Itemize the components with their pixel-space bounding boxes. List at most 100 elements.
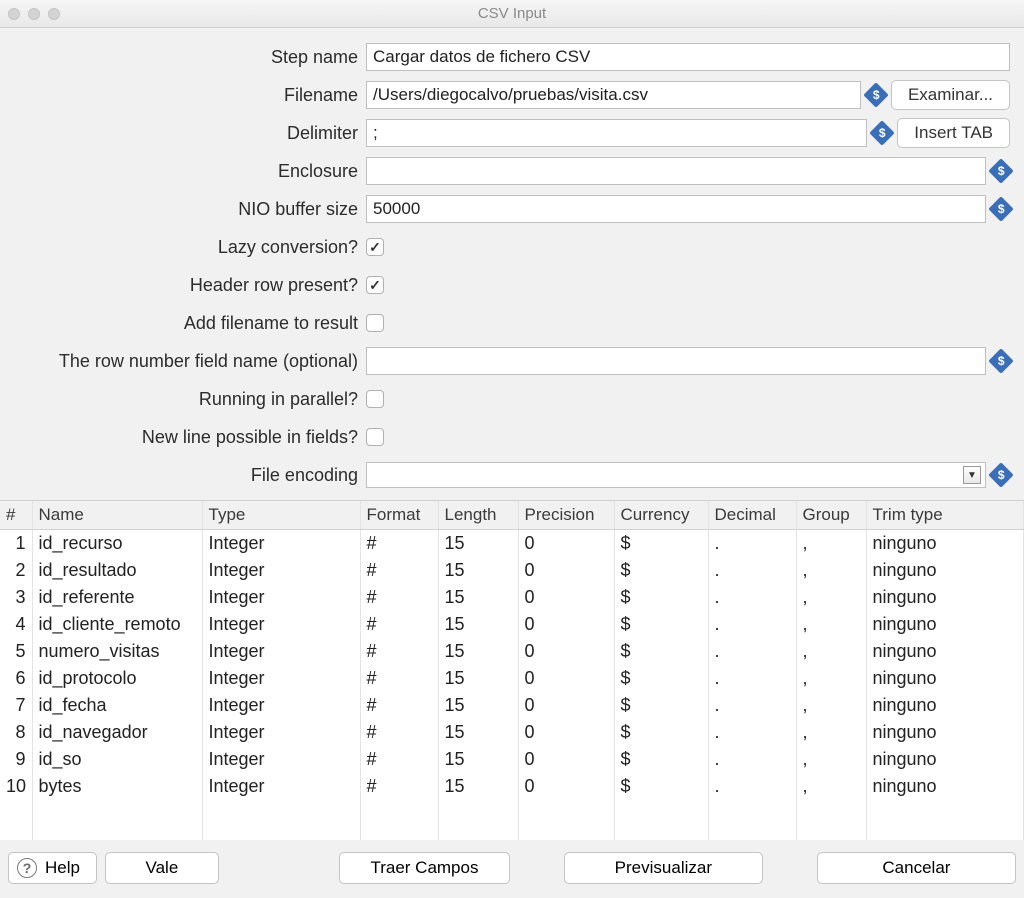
cell-precision[interactable]: 0 <box>518 638 614 665</box>
add-filename-checkbox[interactable] <box>366 314 384 332</box>
cell-num[interactable]: 3 <box>0 584 32 611</box>
cell-type[interactable]: Integer <box>202 719 360 746</box>
variable-icon[interactable]: $ <box>863 82 888 107</box>
cell-precision[interactable]: 0 <box>518 692 614 719</box>
cell-type[interactable]: Integer <box>202 665 360 692</box>
cell-length[interactable]: 15 <box>438 557 518 584</box>
close-window-icon[interactable] <box>8 8 20 20</box>
cell-length[interactable]: 15 <box>438 746 518 773</box>
fields-table[interactable]: # Name Type Format Length Precision Curr… <box>0 501 1024 840</box>
cell-num[interactable]: 4 <box>0 611 32 638</box>
col-header-precision[interactable]: Precision <box>518 501 614 529</box>
cell-trim[interactable]: ninguno <box>866 746 1024 773</box>
col-header-num[interactable]: # <box>0 501 32 529</box>
cell-type[interactable]: Integer <box>202 611 360 638</box>
cell-format[interactable]: # <box>360 584 438 611</box>
table-row[interactable]: 7id_fechaInteger#150$.,ninguno <box>0 692 1024 719</box>
cell-currency[interactable]: $ <box>614 529 708 557</box>
ok-button[interactable]: Vale <box>105 852 219 884</box>
cell-currency[interactable]: $ <box>614 692 708 719</box>
col-header-group[interactable]: Group <box>796 501 866 529</box>
filename-input[interactable] <box>366 81 861 109</box>
encoding-combo[interactable]: ▼ <box>366 462 986 488</box>
col-header-length[interactable]: Length <box>438 501 518 529</box>
cell-trim[interactable]: ninguno <box>866 692 1024 719</box>
cell-currency[interactable]: $ <box>614 638 708 665</box>
cell-decimal[interactable]: . <box>708 746 796 773</box>
cell-format[interactable]: # <box>360 692 438 719</box>
cell-format[interactable]: # <box>360 665 438 692</box>
col-header-decimal[interactable]: Decimal <box>708 501 796 529</box>
cell-format[interactable]: # <box>360 638 438 665</box>
zoom-window-icon[interactable] <box>48 8 60 20</box>
minimize-window-icon[interactable] <box>28 8 40 20</box>
cell-currency[interactable]: $ <box>614 773 708 800</box>
cell-group[interactable]: , <box>796 692 866 719</box>
cell-group[interactable]: , <box>796 611 866 638</box>
cell-decimal[interactable]: . <box>708 638 796 665</box>
cell-num[interactable]: 2 <box>0 557 32 584</box>
cell-name[interactable]: id_recurso <box>32 529 202 557</box>
cell-group[interactable]: , <box>796 557 866 584</box>
newline-checkbox[interactable] <box>366 428 384 446</box>
enclosure-input[interactable] <box>366 157 986 185</box>
row-number-input[interactable] <box>366 347 986 375</box>
cell-num[interactable]: 1 <box>0 529 32 557</box>
cell-trim[interactable]: ninguno <box>866 611 1024 638</box>
help-button[interactable]: ? Help <box>8 852 97 884</box>
cell-name[interactable]: id_referente <box>32 584 202 611</box>
cell-decimal[interactable]: . <box>708 529 796 557</box>
col-header-name[interactable]: Name <box>32 501 202 529</box>
cell-precision[interactable]: 0 <box>518 746 614 773</box>
cell-trim[interactable]: ninguno <box>866 638 1024 665</box>
browse-button[interactable]: Examinar... <box>891 80 1010 110</box>
cell-name[interactable]: id_fecha <box>32 692 202 719</box>
cell-format[interactable]: # <box>360 529 438 557</box>
delimiter-input[interactable] <box>366 119 867 147</box>
lazy-checkbox[interactable] <box>366 238 384 256</box>
variable-icon[interactable]: $ <box>988 158 1013 183</box>
cell-trim[interactable]: ninguno <box>866 584 1024 611</box>
cell-format[interactable]: # <box>360 719 438 746</box>
cell-decimal[interactable]: . <box>708 719 796 746</box>
cell-num[interactable]: 7 <box>0 692 32 719</box>
cell-precision[interactable]: 0 <box>518 773 614 800</box>
cell-trim[interactable]: ninguno <box>866 773 1024 800</box>
cell-format[interactable]: # <box>360 611 438 638</box>
cell-type[interactable]: Integer <box>202 529 360 557</box>
table-row[interactable]: 10bytesInteger#150$.,ninguno <box>0 773 1024 800</box>
cell-precision[interactable]: 0 <box>518 611 614 638</box>
cancel-button[interactable]: Cancelar <box>817 852 1016 884</box>
cell-trim[interactable]: ninguno <box>866 665 1024 692</box>
cell-precision[interactable]: 0 <box>518 719 614 746</box>
col-header-format[interactable]: Format <box>360 501 438 529</box>
cell-precision[interactable]: 0 <box>518 557 614 584</box>
cell-name[interactable]: id_so <box>32 746 202 773</box>
cell-type[interactable]: Integer <box>202 692 360 719</box>
cell-decimal[interactable]: . <box>708 692 796 719</box>
cell-type[interactable]: Integer <box>202 557 360 584</box>
cell-num[interactable]: 6 <box>0 665 32 692</box>
cell-decimal[interactable]: . <box>708 584 796 611</box>
variable-icon[interactable]: $ <box>988 462 1013 487</box>
table-row[interactable]: 8id_navegadorInteger#150$.,ninguno <box>0 719 1024 746</box>
cell-group[interactable]: , <box>796 529 866 557</box>
table-row[interactable]: 1id_recursoInteger#150$.,ninguno <box>0 529 1024 557</box>
cell-group[interactable]: , <box>796 719 866 746</box>
cell-precision[interactable]: 0 <box>518 529 614 557</box>
cell-group[interactable]: , <box>796 584 866 611</box>
cell-currency[interactable]: $ <box>614 611 708 638</box>
cell-type[interactable]: Integer <box>202 638 360 665</box>
col-header-currency[interactable]: Currency <box>614 501 708 529</box>
cell-group[interactable]: , <box>796 773 866 800</box>
cell-num[interactable]: 5 <box>0 638 32 665</box>
cell-format[interactable]: # <box>360 773 438 800</box>
parallel-checkbox[interactable] <box>366 390 384 408</box>
cell-currency[interactable]: $ <box>614 719 708 746</box>
cell-trim[interactable]: ninguno <box>866 557 1024 584</box>
cell-length[interactable]: 15 <box>438 692 518 719</box>
cell-length[interactable]: 15 <box>438 584 518 611</box>
preview-button[interactable]: Previsualizar <box>564 852 763 884</box>
variable-icon[interactable]: $ <box>870 120 895 145</box>
cell-decimal[interactable]: . <box>708 557 796 584</box>
